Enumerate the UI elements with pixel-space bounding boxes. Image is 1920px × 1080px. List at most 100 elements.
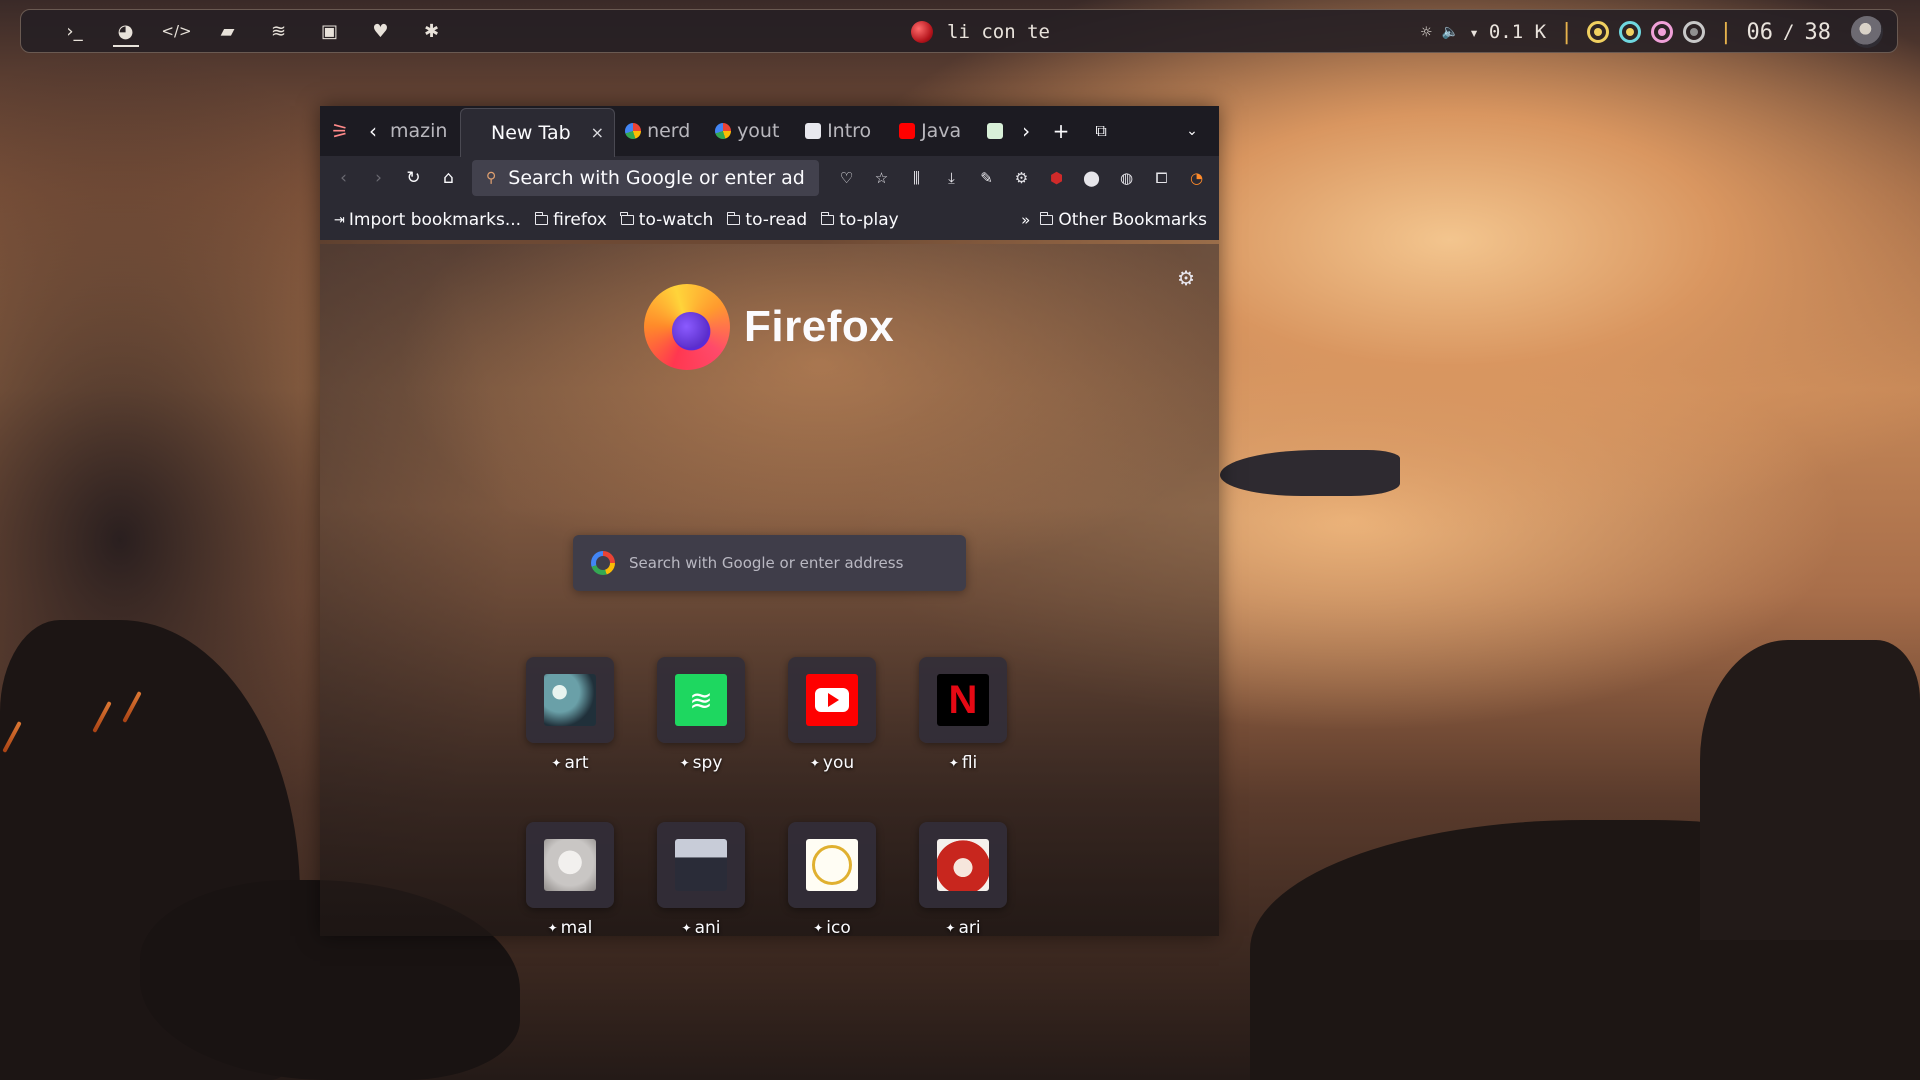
top-site-tile[interactable]: ≋ ✦ spy [657, 657, 745, 773]
tile-icon-box [919, 822, 1007, 908]
bookmark-folder-to-watch[interactable]: to-watch [620, 210, 714, 230]
top-site-tile[interactable]: ✦ mal [526, 822, 614, 936]
status-ring-icon[interactable] [1651, 21, 1674, 43]
firefox-view-icon[interactable]: ⚞ [320, 119, 360, 143]
music-record-icon [911, 21, 933, 43]
tab-nerd[interactable]: nerd [615, 106, 705, 156]
tile-label-text: ico [826, 918, 851, 936]
heartbeat-icon[interactable]: ♥ [355, 9, 406, 53]
top-site-tile[interactable]: ✦ ari [919, 822, 1007, 936]
status-ring-icon[interactable] [1619, 21, 1642, 43]
firefox-account-icon[interactable]: ◔ [1179, 160, 1214, 196]
tile-label: ✦ ari [945, 918, 980, 936]
tab-overflow[interactable] [983, 106, 1011, 156]
forward-icon[interactable]: › [361, 160, 396, 196]
wifi-icon[interactable]: ▾ [1469, 23, 1479, 42]
tab-label: Intro [827, 120, 872, 142]
tile-label: ✦ art [551, 753, 588, 773]
user-avatar[interactable] [1851, 16, 1883, 48]
google-favicon-icon [625, 123, 642, 139]
globe-icon[interactable]: ◍ [1109, 160, 1144, 196]
tray-separator: | [1719, 19, 1733, 45]
url-bar[interactable]: ⚲ Search with Google or enter ad [472, 160, 819, 196]
folder-icon[interactable]: ▰ [202, 9, 253, 53]
tile-icon-box [657, 822, 745, 908]
ublock-icon[interactable]: ⬢ [1039, 160, 1074, 196]
tab-label: nerd [647, 120, 691, 142]
pin-icon: ✦ [948, 756, 959, 770]
system-tray: ☼ 🔈 ▾ 0.1 K | | 06 / 38 [1421, 10, 1883, 54]
bookmark-folder-label: to-read [745, 210, 808, 230]
clock-minute: 38 [1804, 19, 1832, 45]
tab-intro[interactable]: Intro [795, 106, 889, 156]
bookmarks-toolbar: ⇥ Import bookmarks... firefox to-watch t… [320, 200, 1219, 240]
code-glyph: </> [161, 22, 192, 40]
import-bookmarks-label: Import bookmarks... [348, 210, 522, 230]
new-tab-icon[interactable]: + [1041, 119, 1081, 143]
volume-icon[interactable]: 🔈 [1442, 24, 1459, 40]
tab-label: New Tab [491, 121, 571, 144]
bookmark-folder-label: to-watch [638, 210, 714, 230]
other-bookmarks[interactable]: Other Bookmarks [1039, 210, 1207, 230]
home-icon[interactable]: ⌂ [431, 160, 466, 196]
spotify-icon[interactable]: ≋ [253, 9, 304, 53]
back-icon[interactable]: ‹ [326, 160, 361, 196]
navigation-toolbar: ‹ › ↻ ⌂ ⚲ Search with Google or enter ad… [320, 156, 1219, 200]
firefox-brand: Firefox [644, 284, 894, 370]
container-tab-icon[interactable]: ⧉ [1081, 121, 1121, 141]
status-ring-icon[interactable] [1587, 21, 1610, 43]
newtab-search-box[interactable]: Search with Google or enter address [573, 535, 966, 591]
close-tab-icon[interactable]: × [591, 123, 604, 142]
extensions-icon[interactable]: ⧠ [1144, 160, 1179, 196]
spotify-icon: ≋ [675, 674, 727, 726]
library-icon[interactable]: ⫼ [899, 160, 934, 196]
firefox-icon[interactable]: ◕ [100, 9, 151, 53]
bookmark-folder-firefox[interactable]: firefox [534, 210, 607, 230]
bookmark-folder-to-play[interactable]: to-play [820, 210, 899, 230]
image-icon[interactable]: ▣ [304, 9, 355, 53]
scroll-tabs-right-icon[interactable]: › [1011, 119, 1041, 143]
tile-icon-box: N [919, 657, 1007, 743]
tab-label: mazin [390, 120, 448, 142]
star-icon[interactable]: ☆ [864, 160, 899, 196]
settings-icon[interactable]: ✱ [406, 9, 457, 53]
tile-label: ✦ mal [548, 918, 593, 936]
import-bookmarks[interactable]: ⇥ Import bookmarks... [334, 210, 521, 230]
terminal-icon[interactable]: ›_ [49, 9, 100, 53]
tile-label-text: you [822, 753, 855, 773]
reload-icon[interactable]: ↻ [396, 160, 431, 196]
now-playing[interactable]: li con te [911, 10, 1050, 54]
pin-icon: ✦ [813, 921, 824, 935]
tile-label-text: art [564, 753, 589, 773]
personalize-gear-icon[interactable]: ⚙ [1177, 266, 1195, 290]
download-icon[interactable]: ⤓ [934, 160, 969, 196]
tab-youtube[interactable]: yout [705, 106, 795, 156]
top-site-tile[interactable]: ✦ art [526, 657, 614, 773]
new-tab-page: ⚙ Firefox Search with Google or enter ad… [320, 244, 1219, 936]
other-bookmarks-label: Other Bookmarks [1058, 210, 1207, 230]
folder-icon [1039, 212, 1054, 225]
gear-icon[interactable]: ⚙ [1004, 160, 1039, 196]
scroll-tabs-left-icon[interactable]: ‹ [360, 119, 386, 143]
brightness-icon[interactable]: ☼ [1421, 22, 1432, 43]
pocket-icon[interactable]: ♡ [829, 160, 864, 196]
tab-new-tab[interactable]: New Tab × [460, 107, 616, 157]
tab-java[interactable]: Java [889, 106, 983, 156]
status-ring-icon[interactable] [1683, 21, 1706, 43]
top-site-tile[interactable]: ✦ ani [657, 822, 745, 936]
code-icon[interactable]: </> [151, 9, 202, 53]
top-site-tile[interactable]: ✦ ico [788, 822, 876, 936]
tab-amazing[interactable]: mazin [386, 106, 460, 156]
location-icon[interactable]: ⬤ [1074, 160, 1109, 196]
image-glyph: ▣ [320, 20, 338, 42]
wrench-icon[interactable]: ✎ [969, 160, 1004, 196]
pin-icon: ✦ [551, 756, 562, 770]
top-site-tile[interactable]: N ✦ fli [919, 657, 1007, 773]
tile-label: ✦ ani [682, 918, 721, 936]
tile-label-text: spy [692, 753, 723, 773]
top-site-tile[interactable]: ✦ you [788, 657, 876, 773]
bookmark-folder-to-read[interactable]: to-read [726, 210, 808, 230]
bookmarks-overflow-icon[interactable]: » [1021, 211, 1030, 229]
list-all-tabs-icon[interactable]: ⌄ [1165, 123, 1219, 139]
tile-label: ✦ fli [949, 753, 978, 773]
